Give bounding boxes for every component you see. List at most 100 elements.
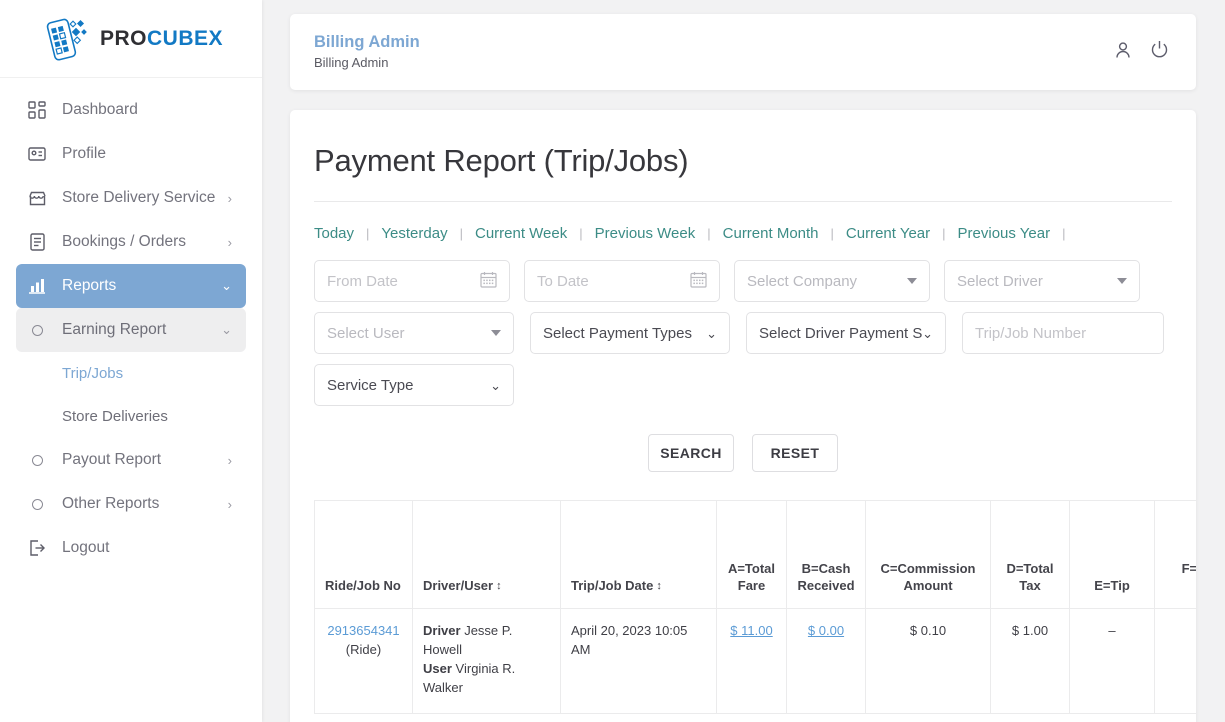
column-header-trip-job-date[interactable]: Trip/Job Date ↕ [560, 500, 717, 609]
total-fare-link[interactable]: $ 11.00 [730, 623, 772, 638]
select-driver-dropdown[interactable]: Select Driver [944, 260, 1140, 302]
sidebar-item-earning-report[interactable]: Earning Report ⌄ [16, 308, 246, 352]
bullet-icon [26, 493, 48, 515]
quick-filter-links: Today | Yesterday | Current Week | Previ… [314, 225, 1172, 242]
sidebar-item-store-delivery-service[interactable]: Store Delivery Service › [16, 176, 246, 220]
reports-icon [26, 275, 48, 297]
user-label: User [423, 661, 452, 676]
quick-link-previous-week[interactable]: Previous Week [595, 225, 696, 242]
cell-commission-amount: $ 0.10 [865, 608, 991, 714]
sidebar-item-store-deliveries[interactable]: Store Deliveries [16, 395, 246, 438]
cell-cash-received: $ 0.00 [786, 608, 866, 714]
power-icon[interactable] [1149, 39, 1170, 65]
column-header-commission-amount[interactable]: C=Commission Amount [865, 500, 991, 609]
column-label: B=Cash Received [797, 561, 855, 593]
driver-payment-status-select[interactable]: Select Driver Payment St ⌄ [746, 312, 946, 354]
sidebar-item-profile[interactable]: Profile [16, 132, 246, 176]
column-header-cash-received[interactable]: B=Cash Received [786, 500, 866, 609]
quick-link-current-year[interactable]: Current Year [846, 225, 930, 242]
trip-job-number-input[interactable]: Trip/Job Number [962, 312, 1164, 354]
quick-link-today[interactable]: Today [314, 225, 354, 242]
ride-job-no-link[interactable]: 2913654341 [327, 623, 399, 638]
sidebar-item-logout[interactable]: Logout [16, 526, 246, 570]
caret-down-icon [491, 330, 501, 336]
user-icon[interactable] [1113, 40, 1133, 65]
sidebar-item-label: Dashboard [62, 101, 138, 118]
column-header-ride-job-no[interactable]: Ride/Job No [314, 500, 413, 609]
page-title: Payment Report (Trip/Jobs) [314, 143, 1172, 202]
filter-actions: SEARCH RESET [314, 434, 1172, 472]
report-table-container[interactable]: Ride/Job No Driver/User ↕ Trip/Job Date ↕ … [314, 500, 1196, 714]
filter-form: From Date To Date Select Company Select … [314, 260, 1172, 472]
column-header-outstanding-amount[interactable]: F=Total Outstanding Amount [1154, 500, 1196, 609]
page-header: Billing Admin Billing Admin [290, 14, 1196, 90]
sidebar-item-bookings-orders[interactable]: Bookings / Orders › [16, 220, 246, 264]
quick-link-separator: | [942, 226, 946, 241]
logo[interactable]: PROCUBEX [0, 0, 262, 78]
sidebar-subitem-label: Store Deliveries [62, 408, 168, 425]
quick-link-current-month[interactable]: Current Month [723, 225, 819, 242]
filter-row-3: Service Type ⌄ [314, 364, 1172, 406]
sidebar-item-reports[interactable]: Reports ⌄ [16, 264, 246, 308]
quick-link-current-week[interactable]: Current Week [475, 225, 567, 242]
quick-link-separator: | [830, 226, 834, 241]
sidebar-subitem-label: Trip/Jobs [62, 365, 124, 382]
calendar-icon[interactable] [690, 271, 707, 292]
sidebar-item-label: Earning Report [62, 321, 167, 338]
cell-tip: – [1069, 608, 1155, 714]
header-subtitle: Billing Admin [314, 55, 389, 70]
sidebar-item-label: Payout Report [62, 451, 162, 468]
dashboard-icon [26, 99, 48, 121]
quick-link-separator: | [707, 226, 711, 241]
chevron-down-icon: ⌄ [221, 322, 232, 337]
select-user-dropdown[interactable]: Select User [314, 312, 514, 354]
filter-row-2: Select User Select Payment Types ⌄ Selec… [314, 312, 1172, 354]
column-label: E=Tip [1094, 578, 1130, 593]
profile-icon [26, 143, 48, 165]
to-date-input[interactable]: To Date [524, 260, 720, 302]
cell-trip-job-date: April 20, 2023 10:05 AM [560, 608, 717, 714]
sidebar-item-label: Profile [62, 145, 106, 162]
column-header-tip[interactable]: E=Tip [1069, 500, 1155, 609]
chevron-down-icon: ⌄ [922, 325, 933, 341]
reset-button[interactable]: RESET [752, 434, 838, 472]
quick-link-separator: | [459, 226, 463, 241]
logo-text-pro: PRO [100, 26, 148, 50]
chevron-right-icon: › [227, 190, 232, 206]
sidebar-item-label: Bookings / Orders [62, 233, 187, 250]
payment-types-select[interactable]: Select Payment Types ⌄ [530, 312, 730, 354]
service-type-value: Service Type [327, 376, 414, 394]
from-date-placeholder: From Date [327, 272, 398, 290]
trip-job-number-placeholder: Trip/Job Number [975, 324, 1087, 342]
column-header-total-fare[interactable]: A=Total Fare [716, 500, 787, 609]
quick-link-yesterday[interactable]: Yesterday [381, 225, 447, 242]
table-row: 2913654341 (Ride) Driver Jesse P. Howell… [314, 608, 1196, 714]
sidebar-item-other-reports[interactable]: Other Reports › [16, 482, 246, 526]
quick-link-previous-year[interactable]: Previous Year [958, 225, 1051, 242]
quick-link-separator: | [1062, 226, 1066, 241]
sidebar-item-payout-report[interactable]: Payout Report › [16, 438, 246, 482]
logo-text-cubex: CUBEX [147, 26, 224, 50]
sidebar-item-trip-jobs[interactable]: Trip/Jobs [16, 352, 246, 395]
cash-received-link[interactable]: $ 0.00 [808, 623, 844, 638]
sidebar-item-label: Store Delivery Service [62, 189, 216, 206]
column-header-driver-user[interactable]: Driver/User ↕ [412, 500, 561, 609]
header-actions [1113, 39, 1170, 65]
bullet-icon [26, 319, 48, 341]
procubex-logo-icon [46, 18, 87, 61]
filter-row-1: From Date To Date Select Company Select … [314, 260, 1172, 302]
column-label: Driver/User [423, 578, 494, 593]
from-date-input[interactable]: From Date [314, 260, 510, 302]
column-label: Trip/Job Date [571, 578, 654, 593]
report-table-body: 2913654341 (Ride) Driver Jesse P. Howell… [314, 608, 1196, 714]
column-header-total-tax[interactable]: D=Total Tax [990, 500, 1070, 609]
select-company-dropdown[interactable]: Select Company [734, 260, 930, 302]
sort-icon[interactable]: ↕ [656, 581, 662, 592]
sidebar-item-dashboard[interactable]: Dashboard [16, 88, 246, 132]
chevron-right-icon: › [227, 496, 232, 512]
sort-icon[interactable]: ↕ [496, 581, 502, 592]
service-type-select[interactable]: Service Type ⌄ [314, 364, 514, 406]
report-table-head: Ride/Job No Driver/User ↕ Trip/Job Date ↕ … [314, 500, 1196, 609]
search-button[interactable]: SEARCH [648, 434, 734, 472]
calendar-icon[interactable] [480, 271, 497, 292]
